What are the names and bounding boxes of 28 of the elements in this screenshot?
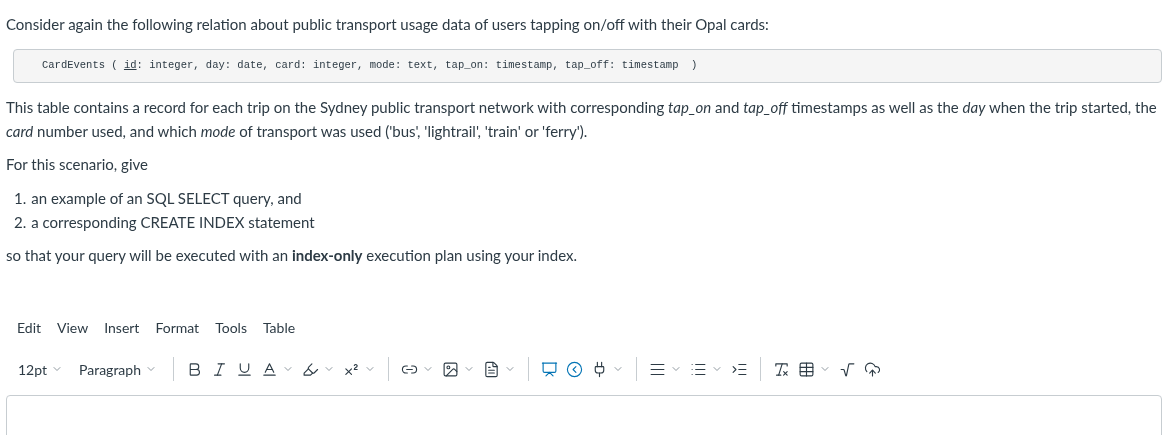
document-icon [483,360,500,378]
prompt-text: For this scenario, give [6,154,149,175]
list-item-text: an example of an SQL SELECT query, and [31,188,302,209]
list-number: 1. [14,188,27,209]
cloud-icon [864,360,881,378]
schema-code: CardEvents ( id: integer, day: date, card: integer, mode: text, tap_on: timestamp, tap_off: timestamp ) [42,58,698,74]
math-icon [839,360,856,378]
intro-text: Consider again the following relation about public transport usage data of users tapping on/off with their Opal cards: [6,14,770,35]
list-number: 2. [14,212,27,233]
menu-item[interactable]: Insert [104,317,140,338]
clear-formatting-icon [773,360,790,378]
menu-item[interactable]: Tools [215,317,247,338]
menu-item[interactable]: View [57,317,89,338]
description-text: This table contains a record for each trip on the Sydney public transport network with corresponding tap_on and tap_off timestamps as well as the day when the trip started, the card number used, and which mode of transport was used ('bus', 'lightrail', 'train' or 'ferry'). [6,97,1158,142]
presentation-icon [541,360,558,378]
text-color-icon [261,360,278,378]
image-icon [442,360,459,378]
list-item-text: a corresponding CREATE INDEX statement [31,212,315,233]
table-icon [798,360,815,378]
highlight-icon [302,360,319,378]
underline-icon [236,360,253,378]
closing-text: so that your query will be executed with an index-only execution plan using your index. [6,245,578,266]
menu-item[interactable]: Format [155,317,200,338]
font-size-dropdown[interactable]: 12pt [18,353,71,385]
italic-icon [211,360,228,378]
menu-item[interactable]: Edit [17,317,41,338]
menu-item[interactable]: Table [262,317,296,338]
block-format-dropdown[interactable]: Paragraph [71,353,165,385]
